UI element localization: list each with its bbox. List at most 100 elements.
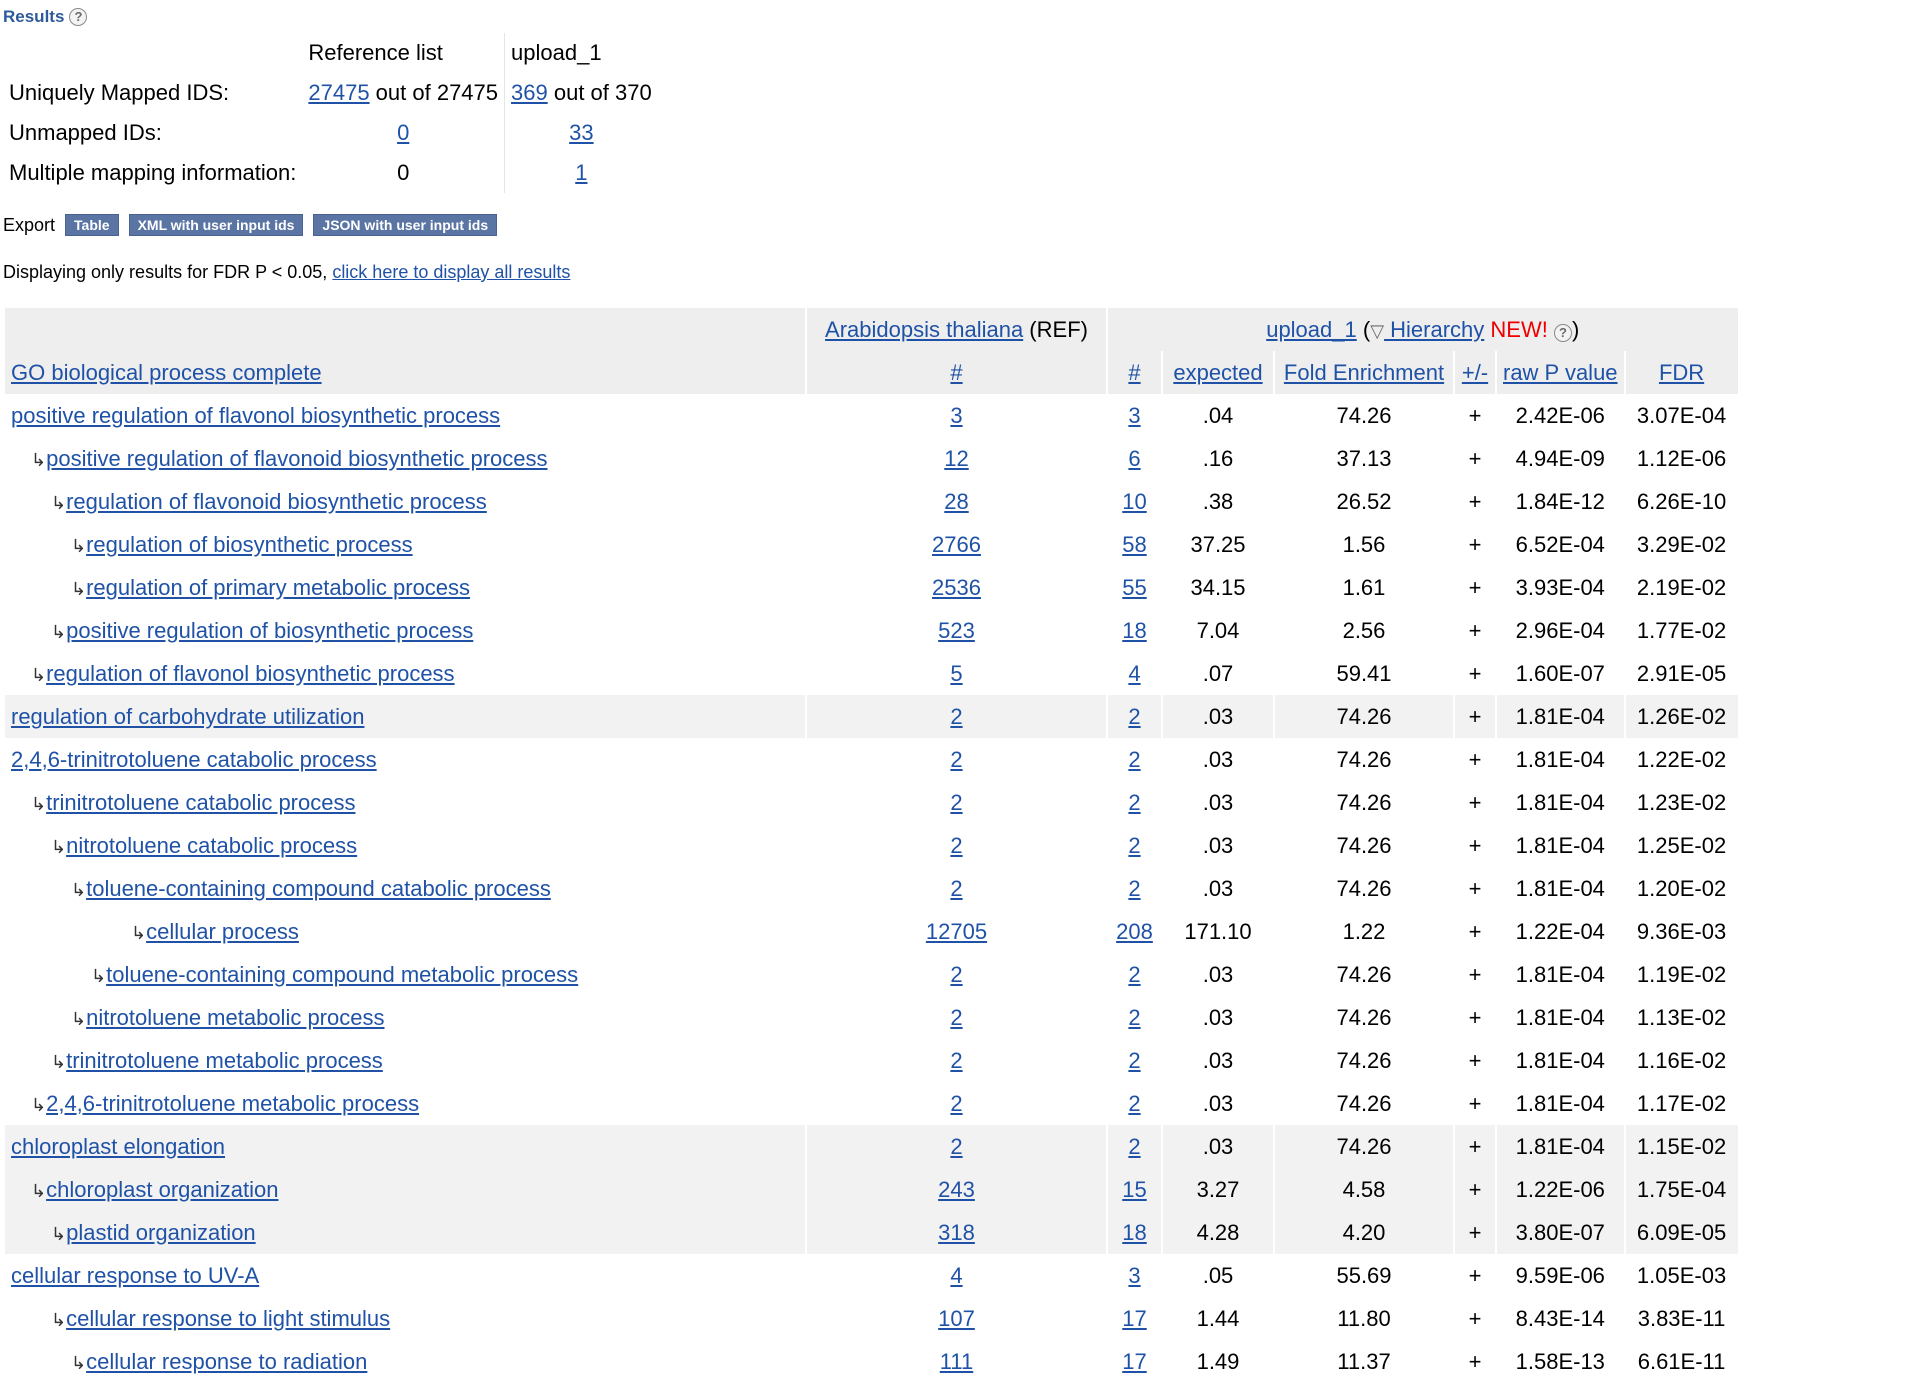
go-term-link[interactable]: cellular response to UV-A	[11, 1263, 259, 1288]
ref-count-link[interactable]: 111	[940, 1349, 973, 1374]
results-heading: Results ?	[3, 7, 88, 27]
go-term-link[interactable]: cellular response to radiation	[86, 1349, 367, 1374]
result-row: regulation of carbohydrate utilization 2 2…	[5, 695, 1738, 738]
ref-count-link[interactable]: 2	[950, 1048, 962, 1073]
upload-count-link[interactable]: 2	[1128, 1091, 1140, 1116]
go-term-link[interactable]: nitrotoluene metabolic process	[86, 1005, 384, 1030]
export-table-button[interactable]: Table	[65, 214, 119, 236]
col-raw-p-link[interactable]: raw P value	[1503, 360, 1618, 385]
col-fold-enrichment-link[interactable]: Fold Enrichment	[1284, 360, 1444, 385]
ref-count-link[interactable]: 2536	[932, 575, 981, 600]
upload-count-link[interactable]: 2	[1128, 790, 1140, 815]
mapped-ref-link[interactable]: 27475	[308, 80, 369, 105]
ref-count-link[interactable]: 2	[950, 833, 962, 858]
ref-count-link[interactable]: 2766	[932, 532, 981, 557]
ref-count-link[interactable]: 3	[950, 403, 962, 428]
col-fdr-link[interactable]: FDR	[1659, 360, 1704, 385]
summary-label: Unmapped IDs:	[9, 120, 162, 145]
upload-count-link[interactable]: 2	[1128, 704, 1140, 729]
upload-count-link[interactable]: 3	[1128, 403, 1140, 428]
ref-organism-link[interactable]: Arabidopsis thaliana	[825, 317, 1023, 342]
mapped-upload-link[interactable]: 369	[511, 80, 548, 105]
header-row-columns: GO biological process complete # # expec…	[5, 351, 1738, 394]
ref-count-link[interactable]: 5	[950, 661, 962, 686]
go-term-link[interactable]: toluene-containing compound metabolic pr…	[106, 962, 578, 987]
multiple-upload-link[interactable]: 1	[575, 160, 587, 185]
go-term-link[interactable]: regulation of flavonoid biosynthetic pro…	[66, 489, 487, 514]
ref-count-link[interactable]: 2	[950, 1091, 962, 1116]
ref-count-link[interactable]: 2	[950, 962, 962, 987]
ref-count-link[interactable]: 12	[944, 446, 968, 471]
ref-count-link[interactable]: 2	[950, 747, 962, 772]
upload-count-link[interactable]: 2	[1128, 1048, 1140, 1073]
upload-count-link[interactable]: 2	[1128, 1005, 1140, 1030]
col-ref-count-link[interactable]: #	[950, 360, 962, 385]
go-term-link[interactable]: toluene-containing compound catabolic pr…	[86, 876, 551, 901]
upload-count-link[interactable]: 2	[1128, 876, 1140, 901]
ref-count-link[interactable]: 243	[938, 1177, 975, 1202]
ref-count-link[interactable]: 523	[938, 618, 975, 643]
fold-enrichment-value: 74.26	[1336, 1004, 1392, 1030]
help-icon[interactable]: ?	[69, 8, 88, 26]
go-term-link[interactable]: cellular response to light stimulus	[66, 1306, 390, 1331]
export-json-button[interactable]: JSON with user input ids	[313, 214, 498, 236]
upload-count-link[interactable]: 3	[1128, 1263, 1140, 1288]
upload-count-link[interactable]: 2	[1128, 962, 1140, 987]
upload-count-link[interactable]: 17	[1122, 1306, 1146, 1331]
ref-count-link[interactable]: 2	[950, 704, 962, 729]
go-term-link[interactable]: nitrotoluene catabolic process	[66, 833, 357, 858]
upload-count-link[interactable]: 208	[1116, 919, 1153, 944]
go-term-link[interactable]: 2,4,6-trinitrotoluene catabolic process	[11, 747, 377, 772]
ref-count-link[interactable]: 4	[950, 1263, 962, 1288]
upload-count-link[interactable]: 2	[1128, 747, 1140, 772]
ref-count-link[interactable]: 2	[950, 790, 962, 815]
expected-value: 37.25	[1190, 531, 1246, 557]
hierarchy-link[interactable]: Hierarchy	[1384, 317, 1484, 342]
ref-count-link[interactable]: 2	[950, 1134, 962, 1159]
upload-count-link[interactable]: 2	[1128, 833, 1140, 858]
ref-count-link[interactable]: 12705	[926, 919, 987, 944]
go-term-link[interactable]: cellular process	[146, 919, 299, 944]
go-term-link[interactable]: regulation of flavonol biosynthetic proc…	[46, 661, 454, 686]
go-term-link[interactable]: positive regulation of flavonoid biosynt…	[46, 446, 547, 471]
go-term-link[interactable]: regulation of biosynthetic process	[86, 532, 413, 557]
upload-count-link[interactable]: 18	[1122, 618, 1146, 643]
go-term-link[interactable]: trinitrotoluene metabolic process	[66, 1048, 383, 1073]
go-term-link[interactable]: positive regulation of biosynthetic proc…	[66, 618, 473, 643]
fdr-value: 1.20E-02	[1636, 875, 1727, 901]
go-term-link[interactable]: chloroplast elongation	[11, 1134, 225, 1159]
unmapped-upload-link[interactable]: 33	[569, 120, 593, 145]
upload-count-link[interactable]: 6	[1128, 446, 1140, 471]
upload-count-link[interactable]: 58	[1122, 532, 1146, 557]
col-count-link[interactable]: #	[1128, 360, 1140, 385]
ref-count-link[interactable]: 28	[944, 489, 968, 514]
ref-count-link[interactable]: 2	[950, 1005, 962, 1030]
help-icon[interactable]: ?	[1554, 323, 1572, 342]
col-expected-link[interactable]: expected	[1173, 360, 1262, 385]
ref-count-link[interactable]: 107	[938, 1306, 975, 1331]
export-xml-button[interactable]: XML with user input ids	[128, 214, 304, 236]
go-term-link[interactable]: regulation of carbohydrate utilization	[11, 704, 364, 729]
go-term-link[interactable]: regulation of primary metabolic process	[86, 575, 470, 600]
col-term-link[interactable]: GO biological process complete	[11, 360, 322, 385]
upload-count-link[interactable]: 15	[1122, 1177, 1146, 1202]
raw-p-value: 3.93E-04	[1515, 574, 1605, 600]
go-term-link[interactable]: chloroplast organization	[46, 1177, 278, 1202]
unmapped-ref-link[interactable]: 0	[397, 120, 409, 145]
col-direction-link[interactable]: +/-	[1462, 360, 1488, 385]
upload-count-link[interactable]: 4	[1128, 661, 1140, 686]
upload-count-link[interactable]: 10	[1122, 489, 1146, 514]
upload-count-link[interactable]: 2	[1128, 1134, 1140, 1159]
upload-list-link[interactable]: upload_1	[1266, 317, 1357, 342]
go-term-link[interactable]: plastid organization	[66, 1220, 256, 1245]
upload-count-link[interactable]: 18	[1122, 1220, 1146, 1245]
child-arrow-icon: ↳	[71, 1008, 87, 1029]
ref-count-link[interactable]: 318	[938, 1220, 975, 1245]
upload-count-link[interactable]: 17	[1122, 1349, 1146, 1374]
ref-count-link[interactable]: 2	[950, 876, 962, 901]
upload-count-link[interactable]: 55	[1122, 575, 1146, 600]
go-term-link[interactable]: 2,4,6-trinitrotoluene metabolic process	[46, 1091, 419, 1116]
go-term-link[interactable]: positive regulation of flavonol biosynth…	[11, 403, 500, 428]
go-term-link[interactable]: trinitrotoluene catabolic process	[46, 790, 355, 815]
display-all-results-link[interactable]: click here to display all results	[332, 262, 570, 282]
